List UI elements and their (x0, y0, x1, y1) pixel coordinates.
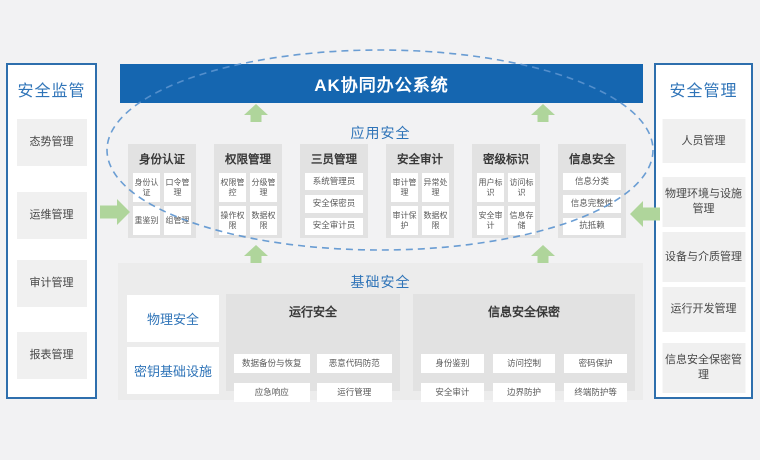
operation-security-group: 运行安全 数据备份与恢复 恶意代码防范 应急响应 运行管理 (226, 294, 400, 391)
up-arrow-icon (244, 245, 268, 263)
column-security-audit: 安全审计 审计管理 异常处理 审计保护 数据权限 (386, 144, 454, 238)
diagram-cell: 数据备份与恢复 (234, 354, 310, 373)
column-identity-auth: 身份认证 身份认证 口令管理 重鉴别 组管理 (128, 144, 196, 238)
column-permission-mgmt: 权限管理 权限管控 分级管理 操作权限 数据权限 (214, 144, 282, 238)
left-panel-title: 安全监管 (8, 77, 95, 101)
up-arrow-icon (531, 104, 555, 122)
key-infrastructure-box: 密钥基础设施 (127, 347, 219, 394)
diagram-cell: 边界防护 (493, 383, 556, 402)
diagram-cell: 用户标识 (477, 173, 504, 202)
diagram-cell: 抗抵赖 (563, 218, 621, 235)
group-header: 运行安全 (226, 303, 400, 320)
diagram-cell: 分级管理 (250, 173, 277, 202)
diagram-cell: 安全审计员 (305, 218, 363, 235)
security-architecture-diagram: AK协同办公系统 安全监管 态势管理 运维管理 审计管理 报表管理 安全管理 人… (0, 0, 760, 460)
right-panel-item: 信息安全保密管理 (662, 343, 745, 393)
right-panel-title: 安全管理 (656, 77, 751, 101)
left-panel-item: 审计管理 (17, 260, 87, 307)
up-arrow-icon (531, 245, 555, 263)
diagram-cell: 组管理 (164, 206, 191, 235)
diagram-cell: 运行管理 (317, 383, 393, 402)
column-header: 密级标识 (477, 151, 535, 167)
diagram-cell: 安全保密员 (305, 195, 363, 212)
diagram-cell: 终端防护等 (564, 383, 627, 402)
right-arrow-icon (100, 199, 130, 225)
diagram-cell: 身份认证 (133, 173, 160, 202)
diagram-cell: 身份鉴别 (421, 354, 484, 373)
diagram-cell: 审计管理 (391, 173, 418, 202)
base-security-section: 基础安全 物理安全 密钥基础设施 运行安全 数据备份与恢复 恶意代码防范 应急响… (118, 263, 643, 400)
app-security-title: 应用安全 (118, 123, 643, 143)
column-classification-mark: 密级标识 用户标识 访问标识 安全审计 信息存储 (472, 144, 540, 238)
diagram-cell: 安全审计 (421, 383, 484, 402)
diagram-cell: 访问标识 (508, 173, 535, 202)
diagram-cell: 口令管理 (164, 173, 191, 202)
diagram-cell: 安全审计 (477, 206, 504, 235)
right-panel-item: 人员管理 (662, 119, 745, 163)
right-panel-item: 设备与介质管理 (662, 232, 745, 282)
column-header: 三员管理 (305, 151, 363, 167)
system-title: AK协同办公系统 (314, 71, 449, 96)
diagram-cell: 操作权限 (219, 206, 246, 235)
diagram-cell: 重鉴别 (133, 206, 160, 235)
diagram-cell: 应急响应 (234, 383, 310, 402)
column-header: 安全审计 (391, 151, 449, 167)
up-arrow-icon (244, 104, 268, 122)
app-security-columns: 身份认证 身份认证 口令管理 重鉴别 组管理 权限管理 权限管控 分级管理 操作… (128, 144, 626, 238)
column-header: 身份认证 (133, 151, 191, 167)
diagram-cell: 密码保护 (564, 354, 627, 373)
left-panel-item: 运维管理 (17, 192, 87, 239)
diagram-cell: 访问控制 (493, 354, 556, 373)
diagram-cell: 信息完整性 (563, 195, 621, 212)
column-header: 权限管理 (219, 151, 277, 167)
right-panel-item: 运行开发管理 (662, 287, 745, 332)
diagram-cell: 数据权限 (250, 206, 277, 235)
physical-security-box: 物理安全 (127, 295, 219, 342)
column-three-admins: 三员管理 系统管理员 安全保密员 安全审计员 (300, 144, 368, 238)
right-panel-security-management: 安全管理 人员管理 物理环境与设施管理 设备与介质管理 运行开发管理 信息安全保… (654, 63, 753, 399)
group-header: 信息安全保密 (413, 303, 635, 320)
diagram-cell: 异常处理 (422, 173, 449, 202)
left-panel-item: 态势管理 (17, 119, 87, 166)
diagram-cell: 审计保护 (391, 206, 418, 235)
diagram-cell: 权限管控 (219, 173, 246, 202)
base-security-title: 基础安全 (118, 272, 643, 292)
column-header: 信息安全 (563, 151, 621, 167)
left-panel-item: 报表管理 (17, 332, 87, 379)
diagram-cell: 数据权限 (422, 206, 449, 235)
diagram-cell: 系统管理员 (305, 173, 363, 190)
system-banner: AK协同办公系统 (120, 64, 643, 103)
column-information-security: 信息安全 信息分类 信息完整性 抗抵赖 (558, 144, 626, 238)
diagram-cell: 恶意代码防范 (317, 354, 393, 373)
diagram-cell: 信息存储 (508, 206, 535, 235)
left-panel-security-supervision: 安全监管 态势管理 运维管理 审计管理 报表管理 (6, 63, 97, 399)
diagram-cell: 信息分类 (563, 173, 621, 190)
infosec-confidentiality-group: 信息安全保密 身份鉴别 访问控制 密码保护 安全审计 边界防护 终端防护等 (413, 294, 635, 391)
right-panel-item: 物理环境与设施管理 (662, 177, 745, 227)
